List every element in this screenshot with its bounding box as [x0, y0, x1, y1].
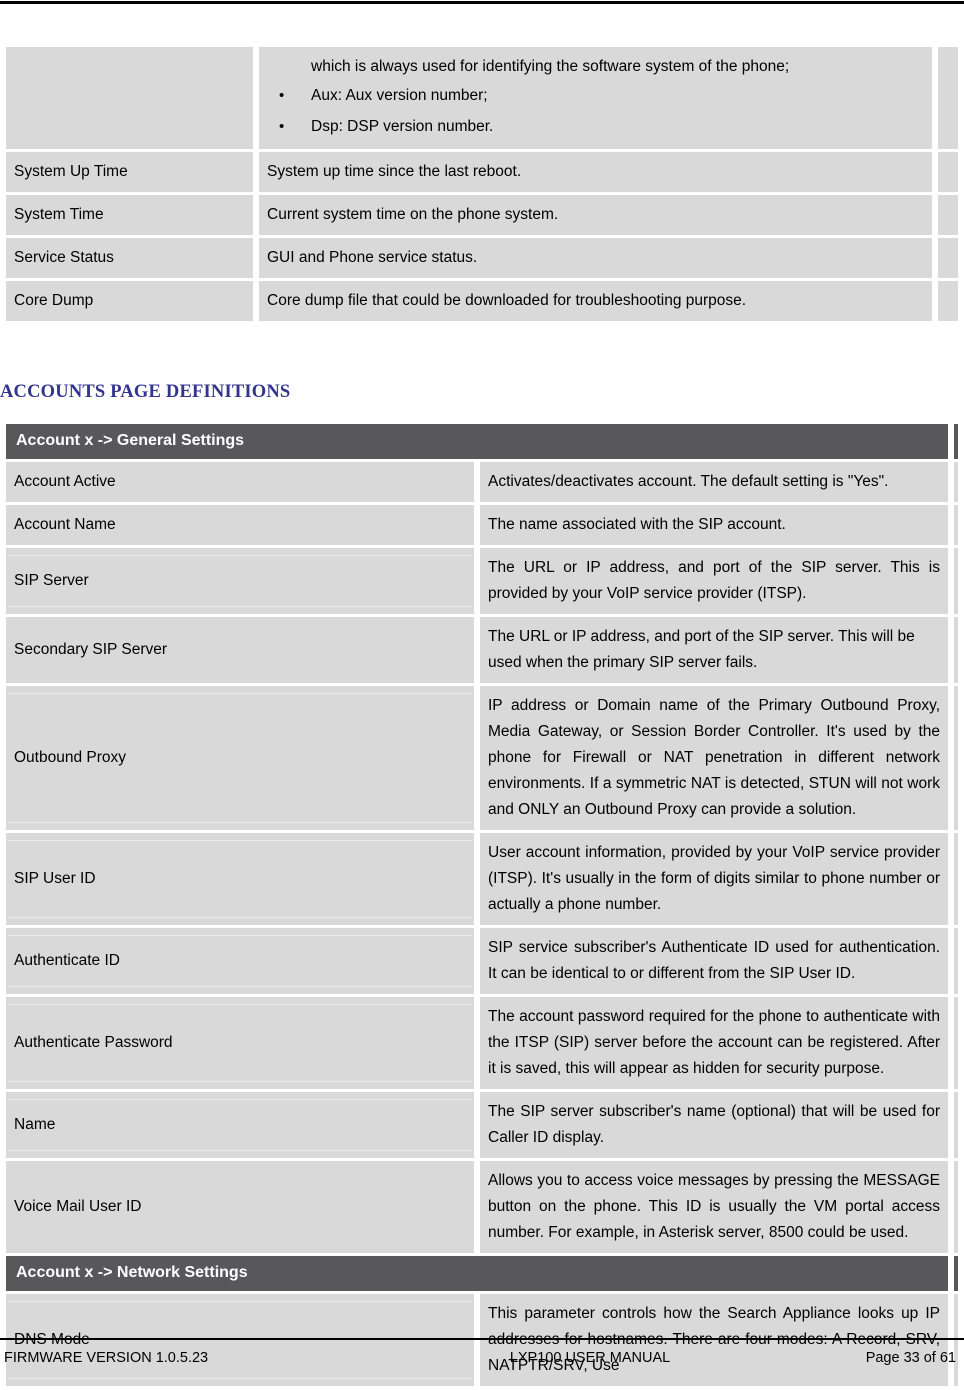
- term-cell: Account Name: [6, 505, 474, 545]
- term-cell: Account Active: [6, 462, 474, 502]
- description-cell: Activates/deactivates account. The defau…: [480, 462, 948, 502]
- table-right-edge: [954, 462, 958, 502]
- description-cell: System up time since the last reboot.: [259, 152, 932, 192]
- continuation-line: which is always used for identifying the…: [311, 58, 790, 75]
- description-cell: IP address or Domain name of the Primary…: [480, 686, 948, 830]
- term-cell: System Up Time: [6, 152, 253, 192]
- term-cell: Secondary SIP Server: [6, 617, 474, 683]
- table-right-edge: [938, 152, 958, 192]
- bullet-list: Aux: Aux version number; Dsp: DSP versio…: [267, 80, 924, 142]
- table-row: SIP Server The URL or IP address, and po…: [6, 548, 958, 614]
- vertical-spacer: [0, 403, 964, 421]
- description-cell: The account password required for the ph…: [480, 997, 948, 1089]
- description-cell: Current system time on the phone system.: [259, 195, 932, 235]
- section-bar-general-settings: Account x -> General Settings: [6, 424, 958, 459]
- table-right-edge: [954, 686, 958, 830]
- table-right-edge: [954, 997, 958, 1089]
- term-cell: Core Dump: [6, 281, 253, 321]
- table-right-edge: [954, 928, 958, 994]
- footer-rule: [0, 1338, 964, 1340]
- list-item: Dsp: DSP version number.: [267, 111, 924, 142]
- description-cell: The name associated with the SIP account…: [480, 505, 948, 545]
- table-row: Authenticate Password The account passwo…: [6, 997, 958, 1089]
- description-cell: Allows you to access voice messages by p…: [480, 1161, 948, 1253]
- description-cell: SIP service subscriber's Authenticate ID…: [480, 928, 948, 994]
- table-row: Outbound Proxy IP address or Domain name…: [6, 686, 958, 830]
- term-cell: Outbound Proxy: [6, 686, 474, 830]
- table-row: Account Active Activates/deactivates acc…: [6, 462, 958, 502]
- table-right-edge: [954, 833, 958, 925]
- footer-page-number: Page 33 of 61: [865, 1350, 956, 1366]
- page-content: which is always used for identifying the…: [0, 44, 964, 1389]
- page-footer: FIRMWARE VERSION 1.0.5.23 LXP100 USER MA…: [0, 1338, 964, 1390]
- table-row: Voice Mail User ID Allows you to access …: [6, 1161, 958, 1253]
- footer-content: FIRMWARE VERSION 1.0.5.23 LXP100 USER MA…: [0, 1350, 964, 1366]
- table-row: SIP User ID User account information, pr…: [6, 833, 958, 925]
- term-cell: SIP User ID: [6, 833, 474, 925]
- term-cell: System Time: [6, 195, 253, 235]
- table-row: System Time Current system time on the p…: [6, 195, 958, 235]
- description-cell: The URL or IP address, and port of the S…: [480, 548, 948, 614]
- term-cell: Voice Mail User ID: [6, 1161, 474, 1253]
- page-header-rule: [0, 1, 964, 4]
- footer-manual-title: LXP100 USER MANUAL: [509, 1350, 671, 1366]
- table-right-edge: [938, 47, 958, 149]
- vertical-spacer: [0, 324, 964, 382]
- table-right-edge: [954, 505, 958, 545]
- table-right-edge: [954, 424, 958, 459]
- table-right-edge: [938, 238, 958, 278]
- table-row: Secondary SIP Server The URL or IP addre…: [6, 617, 958, 683]
- term-cell: Name: [6, 1092, 474, 1158]
- description-cell: Core dump file that could be downloaded …: [259, 281, 932, 321]
- footer-firmware-version: FIRMWARE VERSION 1.0.5.23: [4, 1350, 209, 1366]
- table-row: which is always used for identifying the…: [6, 47, 958, 149]
- section-bar-network-settings: Account x -> Network Settings: [6, 1256, 958, 1291]
- table-row: Account Name The name associated with th…: [6, 505, 958, 545]
- section-bar-label: Account x -> Network Settings: [6, 1256, 948, 1291]
- table-right-edge: [954, 617, 958, 683]
- term-cell: [6, 47, 253, 149]
- status-definitions-table: which is always used for identifying the…: [0, 44, 964, 324]
- table-row: Name The SIP server subscriber's name (o…: [6, 1092, 958, 1158]
- accounts-definitions-table: Account x -> General Settings Account Ac…: [0, 421, 964, 1389]
- table-row: System Up Time System up time since the …: [6, 152, 958, 192]
- description-cell: The SIP server subscriber's name (option…: [480, 1092, 948, 1158]
- term-cell: Authenticate ID: [6, 928, 474, 994]
- term-cell: Service Status: [6, 238, 253, 278]
- document-page: which is always used for identifying the…: [0, 0, 964, 1390]
- term-cell: Authenticate Password: [6, 997, 474, 1089]
- table-row: Authenticate ID SIP service subscriber's…: [6, 928, 958, 994]
- table-right-edge: [938, 281, 958, 321]
- list-item: Aux: Aux version number;: [267, 80, 924, 111]
- description-cell: User account information, provided by yo…: [480, 833, 948, 925]
- description-cell: GUI and Phone service status.: [259, 238, 932, 278]
- description-cell: which is always used for identifying the…: [259, 47, 932, 149]
- table-right-edge: [954, 1256, 958, 1291]
- table-right-edge: [954, 548, 958, 614]
- section-bar-label: Account x -> General Settings: [6, 424, 948, 459]
- table-row: Service Status GUI and Phone service sta…: [6, 238, 958, 278]
- table-right-edge: [954, 1092, 958, 1158]
- table-right-edge: [938, 195, 958, 235]
- description-cell: The URL or IP address, and port of the S…: [480, 617, 948, 683]
- section-heading-accounts-page-definitions: ACCOUNTS PAGE DEFINITIONS: [0, 382, 291, 402]
- term-cell: SIP Server: [6, 548, 474, 614]
- table-right-edge: [954, 1161, 958, 1253]
- table-row: Core Dump Core dump file that could be d…: [6, 281, 958, 321]
